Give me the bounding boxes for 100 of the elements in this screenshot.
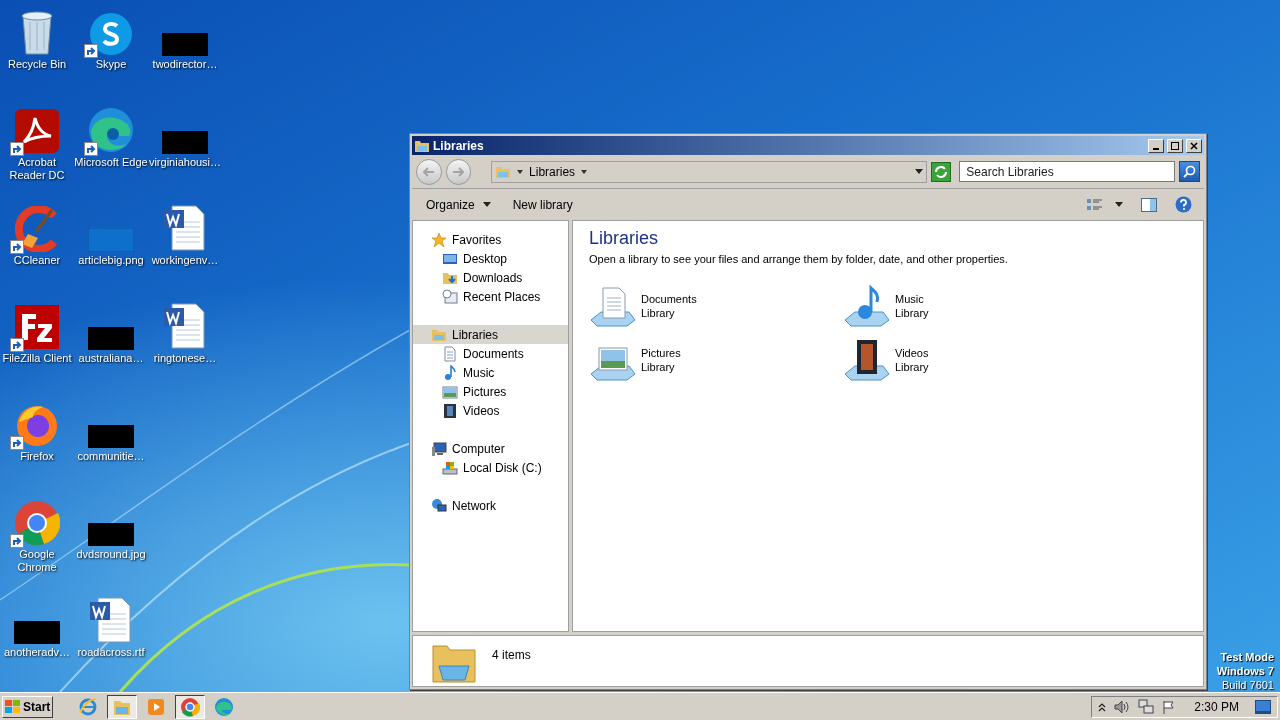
library-type: Library (895, 305, 929, 320)
toolbar-button[interactable]: New library (510, 195, 575, 214)
library-name: Videos (895, 345, 929, 360)
show-desktop-icon[interactable] (1255, 699, 1271, 714)
music-icon (442, 364, 458, 381)
chevron-up-icon[interactable] (1098, 701, 1107, 712)
desktop-icon[interactable]: virginiahousi… (148, 102, 222, 200)
library-item[interactable]: Pictures Library (589, 337, 843, 382)
page-description: Open a library to see your files and arrange them by folder, date, and other properties. (589, 252, 1009, 267)
desktop-icon[interactable]: australiana… (74, 298, 148, 396)
nav-item[interactable]: Favorites (413, 230, 568, 249)
nav-item[interactable]: Computer (413, 439, 568, 458)
network-icon (431, 497, 447, 514)
desktop-icon[interactable]: Microsoft Edge (74, 102, 148, 200)
desktop-icon-label: roadacross.rtf (76, 646, 146, 659)
view-list-icon (1087, 197, 1103, 212)
ie-icon (78, 696, 99, 717)
clock[interactable]: 2:30 PM (1194, 697, 1239, 716)
nav-item[interactable]: Desktop (413, 249, 568, 268)
maximize-icon (1171, 141, 1179, 150)
os-build-text: Test Mode (1220, 650, 1274, 664)
search-button[interactable] (1179, 161, 1200, 182)
pdf-app-icon (14, 108, 60, 154)
library-item[interactable]: Videos Library (843, 337, 1097, 382)
caret-icon (1115, 202, 1123, 207)
os-build-text: Build 7601 (1222, 678, 1274, 692)
library-item[interactable]: Music Library (843, 283, 1097, 328)
shortcut-arrow-icon (10, 436, 24, 450)
search-icon (1183, 165, 1197, 178)
chrome-app-icon (14, 500, 60, 546)
help-icon (1175, 196, 1192, 213)
breadcrumb[interactable]: Libraries (529, 162, 576, 181)
desktop-icon-label: Google Chrome (16, 548, 58, 574)
network-icon[interactable] (1138, 698, 1155, 715)
page-heading: Libraries (589, 227, 660, 249)
desktop-icon[interactable]: twodirector… (148, 4, 222, 102)
desktop-icon-label: twodirector… (151, 58, 219, 71)
shortcut-arrow-icon (84, 44, 98, 58)
desktop-icon-label: communitie… (76, 450, 146, 463)
shortcut-arrow-icon (10, 338, 24, 352)
desktop-icon-label: FileZilla Client (1, 352, 73, 365)
library-item[interactable]: Documents Library (589, 283, 843, 328)
preview-pane-button[interactable] (1141, 197, 1157, 212)
taskbar-button[interactable] (175, 694, 206, 719)
nav-item[interactable]: Local Disk (C:) (413, 458, 568, 477)
speaker-icon[interactable] (1114, 699, 1131, 714)
minimize-icon (1153, 147, 1159, 150)
broom-c-icon (14, 206, 60, 252)
desktop-icon[interactable]: workingenv… (148, 200, 222, 298)
dropdown-caret-icon[interactable] (914, 169, 923, 174)
refresh-icon (934, 165, 948, 178)
nav-item[interactable]: Libraries (413, 325, 568, 344)
windows-logo-icon (5, 699, 21, 714)
desktop-icon[interactable]: FileZilla Client (0, 298, 74, 396)
toolbar-button[interactable]: Organize (424, 195, 493, 214)
caret-icon (517, 169, 524, 174)
caret-icon (581, 169, 588, 174)
flag-icon[interactable] (1162, 699, 1177, 714)
address-bar[interactable]: Libraries (491, 160, 927, 183)
desktop-icon-label: dvdsround.jpg (75, 548, 147, 561)
desktop-icon[interactable]: Firefox (0, 396, 74, 494)
star-icon (431, 231, 447, 248)
desktop-icon[interactable]: CCleaner (0, 200, 74, 298)
edge-icon (214, 696, 235, 717)
taskbar-button[interactable] (107, 694, 138, 719)
desktop-icon-label: virginiahousi… (148, 156, 222, 169)
word-document-icon (162, 302, 208, 350)
desktop-icon[interactable]: Recycle Bin (0, 4, 74, 102)
view-options-button[interactable] (1087, 197, 1123, 212)
library-name: Pictures (641, 345, 681, 360)
desktop-icon-label: anotheradv… (2, 646, 71, 659)
nav-item[interactable]: Documents (413, 344, 568, 363)
redacted-thumbnail (88, 523, 134, 546)
help-button[interactable] (1175, 196, 1192, 213)
documents-icon (442, 345, 458, 362)
desktop-icon[interactable]: Skype (74, 4, 148, 102)
desktop-icon[interactable]: articlebig.png (74, 200, 148, 298)
nav-item[interactable]: Downloads (413, 268, 568, 287)
maximize-button[interactable] (1167, 138, 1183, 153)
refresh-button[interactable] (930, 161, 952, 182)
redacted-thumbnail (88, 425, 134, 448)
desktop-icon[interactable]: ringtonese… (148, 298, 222, 396)
desktop-icon-label: Firefox (19, 450, 55, 463)
start-button[interactable]: Start (2, 695, 54, 718)
close-button[interactable] (1186, 138, 1202, 153)
desktop-icon[interactable]: communitie… (74, 396, 148, 494)
library-name: Music (895, 291, 925, 306)
nav-item[interactable]: Network (413, 496, 568, 515)
minimize-button[interactable] (1148, 138, 1164, 153)
search-field[interactable]: Search Libraries (959, 161, 1176, 182)
desktop-icon-label: ringtonese… (152, 352, 218, 365)
nav-item[interactable]: Videos (413, 401, 568, 420)
nav-item[interactable]: Recent Places (413, 287, 568, 306)
desktop-icon-label: Acrobat Reader DC (8, 156, 66, 182)
media-icon (146, 696, 167, 717)
nav-item[interactable]: Pictures (413, 382, 568, 401)
shortcut-arrow-icon (10, 534, 24, 548)
nav-item[interactable]: Music (413, 363, 568, 382)
desktop-icon-label: Microsoft Edge (74, 156, 148, 169)
desktop-icon[interactable]: Acrobat Reader DC (0, 102, 74, 200)
